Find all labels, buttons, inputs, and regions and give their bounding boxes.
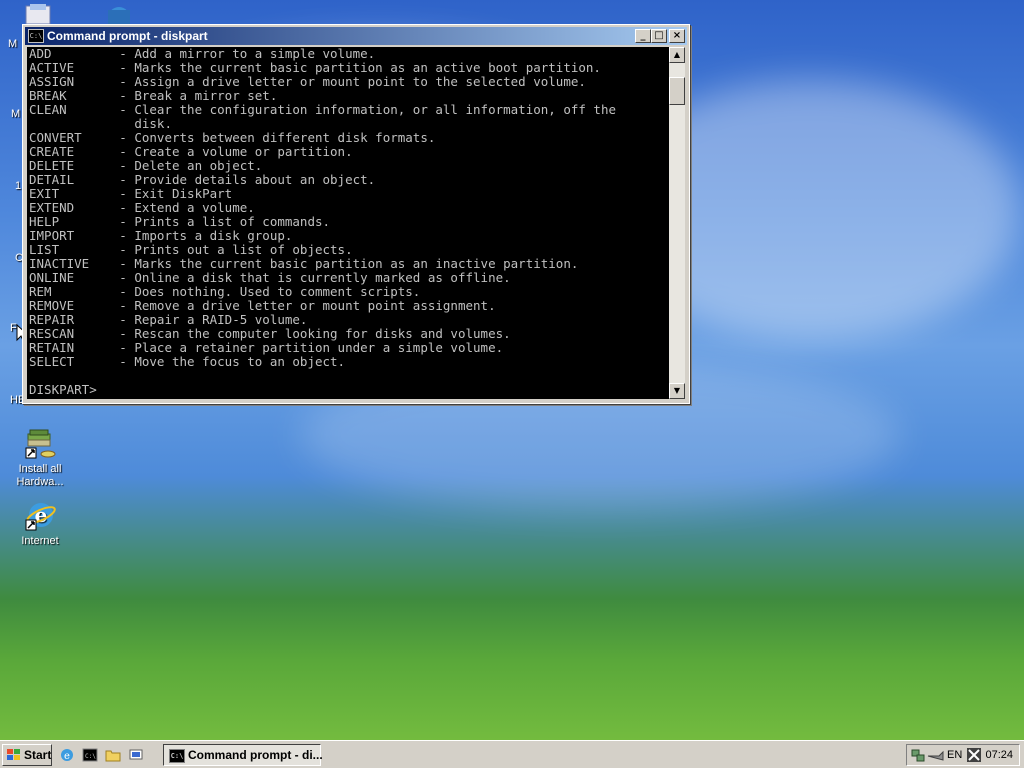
taskbar: Start e C:\ C:\ Command prompt - di... E… (0, 740, 1024, 768)
scroll-down-button[interactable]: ▼ (669, 383, 685, 399)
minimize-button[interactable]: _ (635, 29, 651, 43)
console-icon: C:\ (169, 749, 185, 763)
my-documents-icon[interactable] (24, 4, 52, 25)
svg-text:C:\: C:\ (85, 753, 96, 760)
quicklaunch-cmd-icon[interactable]: C:\ (82, 747, 98, 763)
svg-text:e: e (35, 503, 48, 527)
console-text: ADD - Add a mirror to a simple volume. A… (29, 47, 616, 397)
scroll-up-button[interactable]: ▲ (669, 47, 685, 63)
vertical-scrollbar[interactable]: ▲ ▼ (669, 47, 685, 399)
usb-tray-icon[interactable] (927, 750, 945, 762)
console-output[interactable]: ADD - Add a mirror to a simple volume. A… (27, 47, 669, 399)
desktop-label-partial: 1 (15, 180, 22, 192)
command-prompt-window[interactable]: C:\ Command prompt - diskpart _ □ × ADD … (22, 24, 690, 404)
system-tray: EN 07:24 (906, 744, 1020, 766)
quicklaunch-ie-icon[interactable]: e (59, 747, 75, 763)
network-tray-icon[interactable] (911, 748, 925, 762)
desktop-icon-label: Internet (21, 535, 59, 547)
window-titlebar[interactable]: C:\ Command prompt - diskpart _ □ × (25, 27, 687, 45)
desktop-label-partial: M (11, 108, 21, 120)
taskbar-button-label: Command prompt - di... (188, 748, 323, 762)
taskbar-button-command-prompt[interactable]: C:\ Command prompt - di... (163, 744, 323, 766)
language-indicator[interactable]: EN (947, 745, 962, 765)
power-tray-icon[interactable] (967, 748, 981, 762)
quicklaunch-desktop-icon[interactable] (128, 747, 144, 763)
start-label: Start (24, 748, 52, 762)
install-hardware-icon (24, 428, 56, 460)
desktop-icon-label: Install all (18, 463, 62, 475)
scroll-thumb[interactable] (669, 77, 685, 105)
maximize-button[interactable]: □ (651, 29, 667, 43)
desktop-label-partial: M (8, 38, 18, 50)
network-icon[interactable] (104, 4, 134, 29)
internet-explorer-icon: e (24, 500, 56, 532)
clock: 07:24 (985, 749, 1013, 761)
svg-text:e: e (64, 751, 70, 762)
window-title: Command prompt - diskpart (47, 29, 208, 43)
close-button[interactable]: × (669, 29, 685, 43)
windows-flag-icon (7, 749, 20, 760)
quicklaunch-explorer-icon[interactable] (105, 747, 121, 763)
desktop-icon-install-hardware[interactable]: Install all Hardwa... (5, 428, 75, 489)
console-icon[interactable]: C:\ (28, 29, 44, 43)
desktop-icon-label: Hardwa... (16, 476, 64, 488)
start-button[interactable]: Start (2, 744, 52, 766)
desktop-icon-internet[interactable]: e Internet (5, 500, 75, 548)
